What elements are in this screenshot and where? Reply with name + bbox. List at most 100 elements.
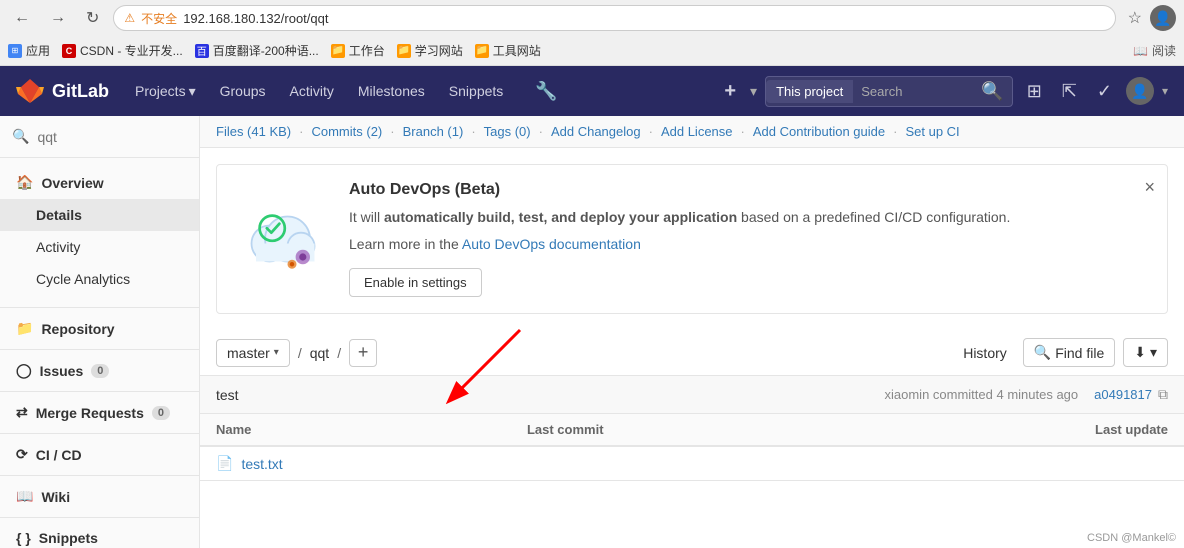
merge-requests-icon: ⇄ (16, 404, 28, 421)
set-up-ci-link[interactable]: Set up CI (905, 124, 959, 139)
star-icon[interactable]: ☆ (1128, 8, 1142, 28)
plus-icon-btn[interactable]: + (718, 76, 742, 107)
tags-link[interactable]: Tags (0) (484, 124, 531, 139)
sidebar-divider-2 (0, 349, 199, 350)
auto-devops-banner: Auto DevOps (Beta) It will automatically… (216, 164, 1168, 314)
study-icon: 📁 (397, 44, 411, 58)
bookmark-apps[interactable]: ⊞ 应用 (8, 42, 50, 59)
banner-close-button[interactable]: × (1144, 177, 1155, 198)
details-label: Details (36, 207, 82, 223)
path-slash: / (337, 345, 341, 361)
download-icon: ⬇ (1134, 344, 1146, 361)
sep2: · (390, 124, 394, 139)
gitlab-fox-icon (16, 77, 44, 105)
nav-projects[interactable]: Projects ▾ (125, 77, 206, 106)
file-name-cell[interactable]: 📄 test.txt (216, 455, 495, 472)
bookmark-study[interactable]: 📁 学习网站 (397, 42, 463, 59)
sidebar-item-activity[interactable]: Activity (0, 231, 199, 263)
bookmark-work[interactable]: 📁 工作台 (331, 42, 385, 59)
sep1: · (299, 124, 303, 139)
commit-hash[interactable]: a0491817 (1094, 387, 1152, 402)
search-icon-btn[interactable]: 🔍 (973, 77, 1011, 106)
merge-icon-btn[interactable]: ⇱ (1056, 77, 1083, 106)
branch-name: master (227, 345, 270, 361)
enable-in-settings-button[interactable]: Enable in settings (349, 268, 482, 297)
commits-link[interactable]: Commits (2) (311, 124, 382, 139)
wiki-nav-item[interactable]: 📖 Wiki (0, 480, 199, 513)
bookmark-tool[interactable]: 📁 工具网站 (475, 42, 541, 59)
bookmark-csdn[interactable]: C CSDN - 专业开发... (62, 42, 183, 59)
header-right: + ▾ This project 🔍 ⊞ ⇱ ✓ 👤 ▾ (718, 76, 1168, 107)
nav-activity-label: Activity (290, 83, 334, 99)
bookmark-tool-label: 工具网站 (493, 42, 541, 59)
file-last-update-cell (853, 446, 1184, 481)
sidebar-search-icon: 🔍 (12, 128, 29, 145)
ci-cd-icon: ⟳ (16, 446, 28, 463)
sidebar-divider-5 (0, 475, 199, 476)
bookmark-baidu[interactable]: 百 百度翻译-200种语... (195, 42, 319, 59)
find-file-button[interactable]: 🔍 Find file (1023, 338, 1115, 367)
main-layout: 🔍 🏠 Overview Details Activity Cycle Anal… (0, 116, 1184, 548)
merge-requests-nav-item[interactable]: ⇄ Merge Requests 0 (0, 396, 199, 429)
bookmark-baidu-label: 百度翻译-200种语... (213, 42, 319, 59)
add-file-button[interactable]: + (349, 339, 377, 367)
nav-activity[interactable]: Activity (280, 77, 344, 105)
nav-projects-label: Projects (135, 83, 186, 99)
auto-devops-doc-link[interactable]: Auto DevOps documentation (462, 236, 641, 252)
issues-nav-item[interactable]: ◯ Issues 0 (0, 354, 199, 387)
add-changelog-link[interactable]: Add Changelog (551, 124, 641, 139)
banner-content: Auto DevOps (Beta) It will automatically… (349, 181, 1151, 297)
nav-snippets[interactable]: Snippets (439, 77, 513, 105)
repository-nav-item[interactable]: 📁 Repository (0, 312, 199, 345)
path-separator: / (298, 345, 302, 361)
copy-hash-icon[interactable]: ⧉ (1158, 386, 1168, 403)
add-license-link[interactable]: Add License (661, 124, 733, 139)
nav-milestones[interactable]: Milestones (348, 77, 435, 105)
overview-nav-item[interactable]: 🏠 Overview (0, 166, 199, 199)
nav-projects-arrow: ▾ (189, 83, 196, 100)
sep3: · (471, 124, 475, 139)
sidebar-item-cycle-analytics[interactable]: Cycle Analytics (0, 263, 199, 295)
address-text: 192.168.180.132/root/qqt (183, 11, 1104, 26)
header-nav: Projects ▾ Groups Activity Milestones Sn… (125, 77, 513, 106)
commit-row: test xiaomin committed 4 minutes ago a04… (200, 376, 1184, 414)
wrench-icon-btn[interactable]: 🔧 (529, 77, 563, 106)
add-contribution-link[interactable]: Add Contribution guide (753, 124, 885, 139)
nav-groups[interactable]: Groups (210, 77, 276, 105)
learn-more-text: Learn more in the (349, 236, 462, 252)
branch-link[interactable]: Branch (1) (403, 124, 464, 139)
address-bar[interactable]: ⚠ 不安全 192.168.180.132/root/qqt (113, 5, 1115, 31)
gitlab-logo[interactable]: GitLab (16, 77, 109, 105)
this-project-button[interactable]: This project (766, 80, 853, 103)
sidebar-item-details[interactable]: Details (0, 199, 199, 231)
csdn-icon: C (62, 44, 76, 58)
watermark: CSDN @Mankel© (1087, 532, 1176, 544)
check-icon-btn[interactable]: ✓ (1091, 77, 1118, 106)
files-link[interactable]: Files (41 KB) (216, 124, 291, 139)
profile-icon[interactable]: 👤 (1150, 5, 1176, 31)
ci-cd-nav-item[interactable]: ⟳ CI / CD (0, 438, 199, 471)
apps-icon: ⊞ (8, 44, 22, 58)
forward-button[interactable]: → (44, 7, 72, 29)
branch-selector[interactable]: master ▾ (216, 339, 290, 367)
bookmark-csdn-label: CSDN - 专业开发... (80, 42, 183, 59)
reload-button[interactable]: ↻ (80, 6, 105, 30)
download-button[interactable]: ⬇ ▾ (1123, 338, 1168, 367)
sidebar-divider-1 (0, 307, 199, 308)
sep7: · (893, 124, 897, 139)
sidebar-search-input[interactable] (37, 129, 187, 145)
file-table: Name Last commit Last update 📄 test.txt (200, 414, 1184, 481)
search-input[interactable] (853, 80, 973, 103)
user-avatar[interactable]: 👤 (1126, 77, 1154, 105)
find-file-label: Find file (1055, 345, 1104, 361)
commit-author: xiaomin committed 4 minutes ago (885, 387, 1079, 402)
history-button[interactable]: History (955, 340, 1015, 366)
sidebar-search-box[interactable]: 🔍 (0, 116, 199, 158)
grid-icon-btn[interactable]: ⊞ (1021, 77, 1048, 106)
snippets-nav-item[interactable]: { } Snippets (0, 522, 199, 548)
back-button[interactable]: ← (8, 7, 36, 29)
browser-titlebar: ← → ↻ ⚠ 不安全 192.168.180.132/root/qqt ☆ 👤 (0, 0, 1184, 36)
path-qqt[interactable]: qqt (310, 345, 329, 361)
read-button[interactable]: 📖 阅读 (1133, 42, 1176, 59)
nav-groups-label: Groups (220, 83, 266, 99)
